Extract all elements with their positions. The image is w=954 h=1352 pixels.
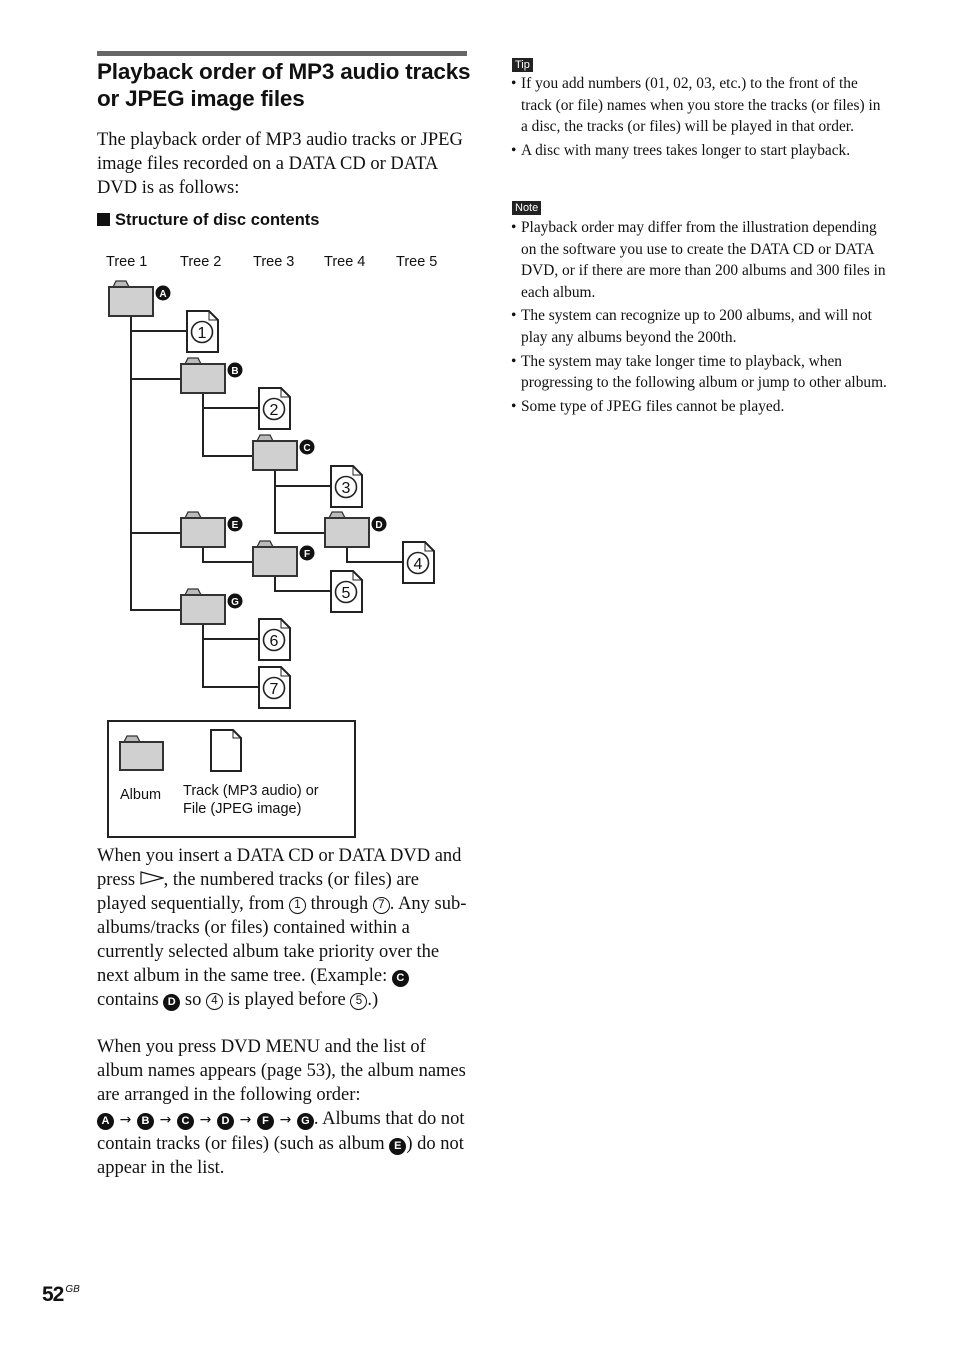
note-item: Some type of JPEG files cannot be played… [511,396,891,418]
text: is played before [227,990,346,1010]
album-letter-badge: D [216,1113,234,1130]
album-letter-badge: C [176,1113,194,1130]
album-letter-badge: A [97,1113,114,1130]
arrow-right-icon: → [119,1112,132,1128]
text: .) [367,990,379,1010]
legend-album-icon [119,735,164,771]
legend-album-label: Album [120,787,162,803]
track-number-badge: 1 [288,897,306,914]
album-letter-badge: E [389,1138,407,1155]
arrow-right-icon: → [199,1112,212,1128]
legend-track-icon [210,729,242,772]
track-number-badge: 5 [350,993,368,1010]
legend-track-line: Track (MP3 audio) or [183,783,319,799]
page-outline [210,729,242,772]
text: contains [97,990,159,1010]
album-letter-badge: G [296,1113,314,1130]
arrow-right-icon: → [159,1112,172,1128]
text: through [310,894,369,914]
note-list: Playback order may differ from the illus… [511,217,891,419]
page-suffix: GB [65,1284,80,1295]
album-order-explanation: When you press DVD MENU and the list of … [97,1035,472,1180]
text: When you press DVD MENU and the list of … [97,1037,466,1105]
arrow-right-icon: → [279,1112,292,1128]
legend-track-label: Track (MP3 audio) or File (JPEG image) [183,782,353,818]
album-letter-badge: D [163,994,181,1011]
album-letter-badge: B [136,1113,154,1130]
tip-item: A disc with many trees takes longer to s… [511,140,891,162]
track-number-badge: 4 [205,993,223,1010]
note-item: The system can recognize up to 200 album… [511,305,891,348]
track-number-badge: 7 [372,897,390,914]
album-letter-badge: F [256,1113,274,1130]
tip-item: If you add numbers (01, 02, 03, etc.) to… [511,73,891,138]
page-number: 52 GB [42,1283,80,1307]
folder-body [119,741,164,771]
text: so [184,990,202,1010]
page-number-text: 52 [42,1283,64,1306]
note-item: Playback order may differ from the illus… [511,217,891,303]
tip-badge: Tip [512,58,533,72]
play-button-icon [140,871,164,885]
tip-list: If you add numbers (01, 02, 03, etc.) to… [511,73,891,163]
note-item: The system may take longer time to playb… [511,351,891,394]
arrow-right-icon: → [239,1112,252,1128]
album-letter-badge: C [391,970,409,987]
note-badge: Note [512,201,542,215]
playback-explanation: When you insert a DATA CD or DATA DVD an… [97,844,472,1012]
legend-track-line: File (JPEG image) [183,801,302,817]
